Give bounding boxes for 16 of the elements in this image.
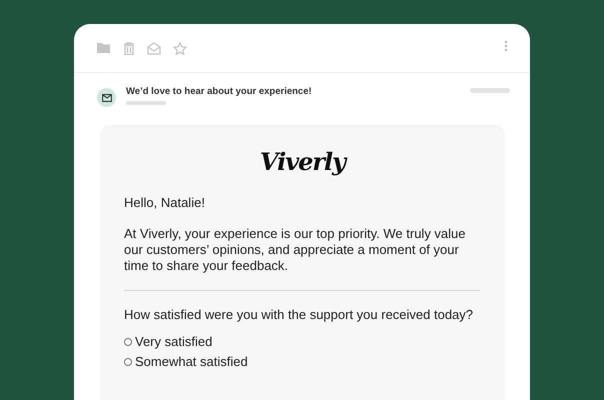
more-options-icon[interactable] xyxy=(504,40,508,52)
radio-button[interactable] xyxy=(124,338,132,346)
option-label: Very satisfied xyxy=(135,334,212,350)
folder-icon[interactable] xyxy=(97,42,111,54)
date-placeholder-bar xyxy=(470,88,510,93)
survey-question: How satisfied were you with the support you received today? xyxy=(124,307,474,323)
email-subject: We’d love to hear about your experience! xyxy=(126,85,312,99)
star-icon[interactable] xyxy=(173,42,187,54)
body-paragraph: At Viverly, your experience is our top priority. We truly value our customers’ opinions, and appreciate a moment of your time to share your feedback. xyxy=(124,226,467,274)
brand-logo: Viverly xyxy=(260,146,346,178)
envelope-avatar-icon xyxy=(97,88,116,107)
trash-icon[interactable] xyxy=(123,42,135,54)
radio-button[interactable] xyxy=(124,358,132,366)
option-label: Somewhat satisfied xyxy=(135,354,248,370)
greeting-text: Hello, Natalie! xyxy=(124,195,206,211)
open-envelope-icon[interactable] xyxy=(147,42,161,54)
